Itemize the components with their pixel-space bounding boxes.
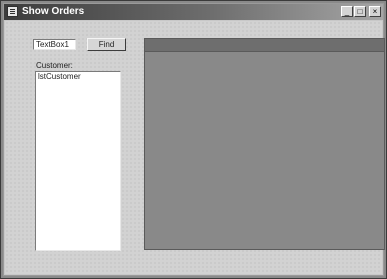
customer-listbox[interactable]: lstCustomer [35, 71, 121, 251]
find-button[interactable]: Find [87, 38, 126, 51]
datagrid-caption-bar [145, 39, 384, 52]
title-bar-buttons: _ □ × [341, 6, 381, 17]
close-button[interactable]: × [369, 6, 381, 17]
orders-datagrid[interactable] [144, 38, 385, 250]
list-item[interactable]: lstCustomer [38, 72, 118, 81]
window-title: Show Orders [22, 6, 85, 17]
window-frame: Show Orders _ □ × TextBox1 Find Customer… [3, 3, 385, 276]
minimize-button[interactable]: _ [341, 6, 353, 17]
title-bar[interactable]: Show Orders _ □ × [4, 4, 383, 20]
form-design-surface: TextBox1 Find Customer: lstCustomer [5, 21, 385, 274]
show-orders-window: Show Orders _ □ × TextBox1 Find Customer… [0, 0, 387, 279]
form-window-icon[interactable] [7, 6, 18, 17]
maximize-button[interactable]: □ [354, 6, 366, 17]
search-textbox[interactable]: TextBox1 [33, 39, 76, 50]
customer-label: Customer: [36, 61, 73, 70]
